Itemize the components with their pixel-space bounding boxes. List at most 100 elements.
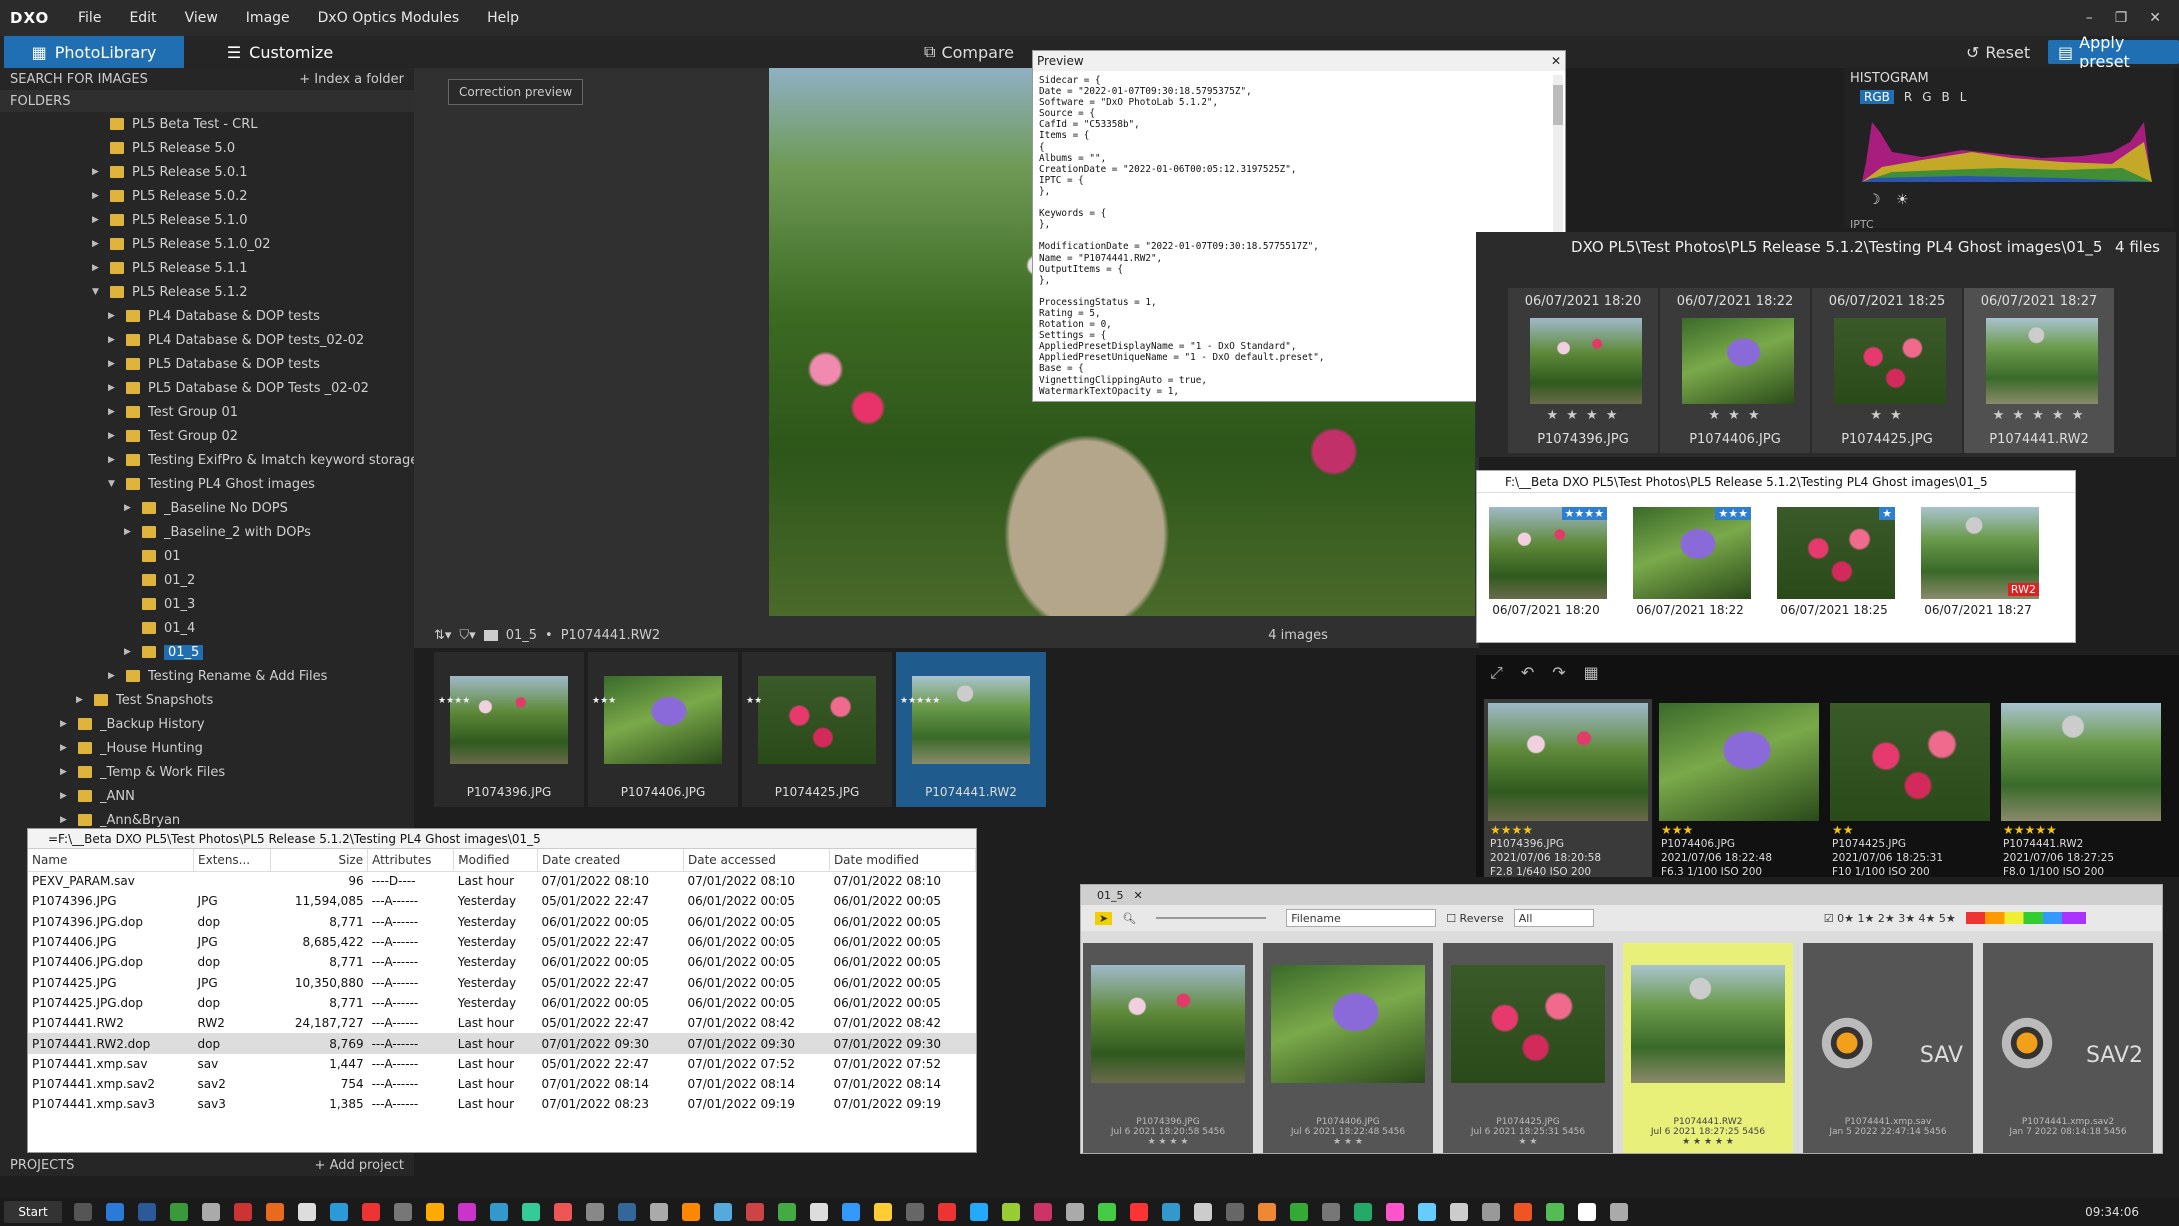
- expand-caret-icon[interactable]: ▶: [108, 383, 118, 393]
- folder-tree-item[interactable]: ▶ PL5 Release 5.1.0: [92, 208, 248, 232]
- taskbar-app-icon[interactable]: [522, 1203, 540, 1221]
- taskbar-app-icon[interactable]: [234, 1203, 252, 1221]
- folder-tree-item[interactable]: ▶ PL5 Database & DOP tests: [108, 352, 320, 376]
- browser-card[interactable]: P1074441.RW2 Jul 6 2021 18:27:25 5456 ★ …: [1623, 943, 1793, 1153]
- browser-card[interactable]: SAV P1074441.xmp.sav Jan 5 2022 22:47:14 …: [1803, 943, 1973, 1153]
- sort-field-select[interactable]: Filename: [1286, 909, 1437, 927]
- folder-tree-item[interactable]: ▶ Test Group 01: [108, 400, 238, 424]
- size-slider[interactable]: [1156, 917, 1267, 919]
- taskbar-app-icon[interactable]: [1130, 1203, 1148, 1221]
- browser-thumbnail[interactable]: [1451, 965, 1605, 1083]
- folder-tree-item[interactable]: ▼ PL5 Release 5.1.2: [92, 280, 248, 304]
- folder-tree-item[interactable]: ▶ Test Snapshots: [76, 688, 213, 712]
- folder-tree-item[interactable]: ▼ Testing PL4 Ghost images: [108, 472, 315, 496]
- table-row[interactable]: P1074441.RW2 RW2 24,187,727 ---A------ Last …: [28, 1013, 976, 1033]
- column-header[interactable]: Name: [28, 849, 195, 872]
- menu-optics-modules[interactable]: DxO Optics Modules: [304, 10, 473, 26]
- taskbar-app-icon[interactable]: [1034, 1203, 1052, 1221]
- dark-browser-card[interactable]: ★★ P1074425.JPG 2021/07/06 18:25:31 F10 1…: [1826, 699, 1994, 878]
- filter-select[interactable]: All: [1513, 909, 1594, 927]
- folder-tree-item[interactable]: ▶ _Backup History: [60, 712, 205, 736]
- moon-icon[interactable]: ☽: [1868, 192, 1881, 208]
- taskbar-app-icon[interactable]: [1290, 1203, 1308, 1221]
- folder-tree-item[interactable]: ▶ PL5 Release 5.1.0_02: [92, 232, 271, 256]
- close-icon[interactable]: ✕: [1134, 889, 1143, 902]
- expand-caret-icon[interactable]: ▶: [60, 719, 70, 729]
- folder-tree-item[interactable]: ▶ PL5 Release 5.1.1: [92, 256, 248, 280]
- dark-card-thumbnail[interactable]: [2001, 703, 2161, 821]
- taskbar-app-icon[interactable]: [202, 1203, 220, 1221]
- column-header[interactable]: Date created: [537, 849, 684, 872]
- taskbar-app-icon[interactable]: [618, 1203, 636, 1221]
- taskbar-app-icon[interactable]: [1386, 1203, 1404, 1221]
- close-icon[interactable]: ✕: [2149, 10, 2161, 26]
- taskbar-app-icon[interactable]: [1258, 1203, 1276, 1221]
- channel-b[interactable]: B: [1942, 90, 1950, 104]
- light-card-thumbnail[interactable]: [1633, 507, 1751, 599]
- aperture-icon[interactable]: [1987, 1003, 2067, 1083]
- close-icon[interactable]: ✕: [1551, 54, 1561, 68]
- star-rating[interactable]: ★★★: [592, 696, 616, 707]
- sun-icon[interactable]: ☀: [1896, 192, 1909, 208]
- column-header[interactable]: Attributes: [367, 849, 455, 872]
- table-row[interactable]: P1074441.RW2.dop dop 8,769 ---A------ Last h…: [28, 1033, 976, 1054]
- table-row[interactable]: P1074406.JPG.dop dop 8,771 ---A------ Yester…: [28, 952, 976, 972]
- browser-card[interactable]: SAV2 P1074441.xmp.sav2 Jan 7 2022 08:14:1…: [1983, 943, 2153, 1153]
- taskbar-app-icon[interactable]: [1226, 1203, 1244, 1221]
- browser-tab[interactable]: 01_5 ✕: [1081, 885, 2162, 905]
- expand-caret-icon[interactable]: ▶: [108, 335, 118, 345]
- card-thumbnail[interactable]: [1986, 318, 2098, 404]
- dark-browser-card[interactable]: ★★★ P1074406.JPG 2021/07/06 18:22:48 F6.3…: [1655, 699, 1823, 878]
- menu-image[interactable]: Image: [232, 10, 304, 26]
- apply-preset-button[interactable]: ▤ Apply preset: [2048, 33, 2179, 71]
- expand-caret-icon[interactable]: ▼: [92, 287, 102, 297]
- taskbar-app-icon[interactable]: [778, 1203, 796, 1221]
- folder-tree-item[interactable]: PL5 Release 5.0: [92, 136, 235, 160]
- pointer-icon[interactable]: ➤: [1095, 911, 1113, 925]
- browser-card[interactable]: P1074396.JPG Jul 6 2021 18:20:58 5456 ★ …: [1083, 943, 1253, 1153]
- dark-browser-card[interactable]: ★★★★ P1074396.JPG 2021/07/06 18:20:58 F2.…: [1484, 699, 1652, 878]
- expand-caret-icon[interactable]: ▶: [60, 815, 70, 825]
- table-row[interactable]: P1074396.JPG JPG 11,594,085 ---A------ Yeste…: [28, 891, 976, 911]
- taskbar-app-icon[interactable]: [138, 1203, 156, 1221]
- dark-card-thumbnail[interactable]: [1659, 703, 1819, 821]
- folder-tree-item[interactable]: ▶ Testing ExifPro & Imatch keyword storag…: [108, 448, 418, 472]
- filmstrip-item[interactable]: ★★★★★ P1074441.RW2: [896, 652, 1046, 807]
- menu-view[interactable]: View: [171, 10, 232, 26]
- taskbar-app-icon[interactable]: [810, 1203, 828, 1221]
- aperture-icon[interactable]: [1807, 1003, 1887, 1083]
- column-header[interactable]: Date modified: [829, 849, 977, 872]
- taskbar-app-icon[interactable]: [970, 1203, 988, 1221]
- card-thumbnail[interactable]: [1834, 318, 1946, 404]
- folder-tree-item[interactable]: ▶ _Temp & Work Files: [60, 760, 225, 784]
- taskbar-app-icon[interactable]: [906, 1203, 924, 1221]
- expand-caret-icon[interactable]: ▶: [108, 407, 118, 417]
- expand-caret-icon[interactable]: ▶: [124, 503, 134, 513]
- card-thumbnail[interactable]: [1682, 318, 1794, 404]
- light-viewer-card[interactable]: RW2 06/07/2021 18:27: [1913, 507, 2043, 637]
- table-row[interactable]: PEXV_PARAM.sav 96 ----D---- Last hour 07/01/…: [28, 871, 976, 891]
- table-row[interactable]: P1074425.JPG JPG 10,350,880 ---A------ Yeste…: [28, 972, 976, 992]
- taskbar-app-icon[interactable]: [1322, 1203, 1340, 1221]
- channel-r[interactable]: R: [1904, 90, 1912, 104]
- viewer-card[interactable]: 06/07/2021 18:25 ★ ★ P1074425.JPG: [1812, 288, 1962, 453]
- folder-tree-item[interactable]: ▶ _Baseline_2 with DOPs: [124, 520, 311, 544]
- filmstrip-thumbnail[interactable]: [758, 676, 876, 764]
- viewer-card[interactable]: 06/07/2021 18:20 ★ ★ ★ ★ P1074396.JPG: [1508, 288, 1658, 453]
- taskbar-app-icon[interactable]: [938, 1203, 956, 1221]
- rotate-right-icon[interactable]: ↷: [1552, 663, 1565, 683]
- taskbar-app-icon[interactable]: [650, 1203, 668, 1221]
- folder-tree-item[interactable]: ▶ _Baseline No DOPS: [124, 496, 288, 520]
- taskbar-app-icon[interactable]: [362, 1203, 380, 1221]
- sort-icon[interactable]: ⇅▾: [434, 628, 451, 643]
- taskbar-app-icon[interactable]: [266, 1203, 284, 1221]
- taskbar-app-icon[interactable]: [586, 1203, 604, 1221]
- taskbar-app-icon[interactable]: [714, 1203, 732, 1221]
- expand-caret-icon[interactable]: ▶: [76, 695, 86, 705]
- taskbar-app-icon[interactable]: [842, 1203, 860, 1221]
- expand-caret-icon[interactable]: ▶: [92, 263, 102, 273]
- index-folder-button[interactable]: + Index a folder: [299, 72, 404, 87]
- taskbar-app-icon[interactable]: [1546, 1203, 1564, 1221]
- expand-caret-icon[interactable]: ▶: [108, 671, 118, 681]
- folder-tree-item[interactable]: ▶ Testing Rename & Add Files: [108, 664, 327, 688]
